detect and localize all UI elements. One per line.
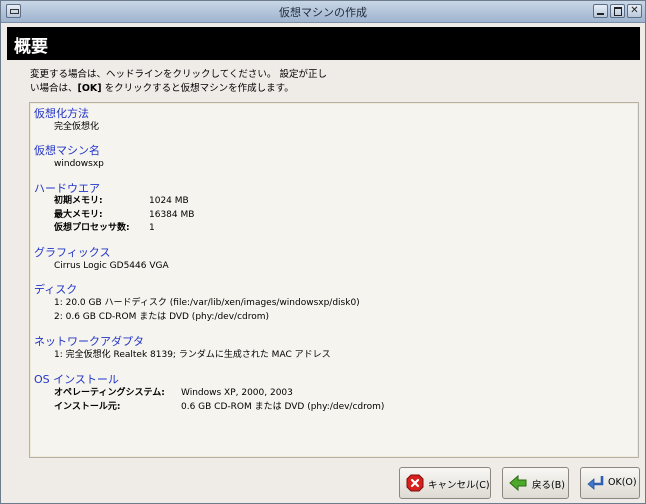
disk-item-2: 2: 0.6 GB CD-ROM または DVD (phy:/dev/cdrom… <box>54 312 270 322</box>
initial-memory-label: 初期メモリ: <box>54 196 103 206</box>
ok-button-label: OK(O) <box>608 477 637 488</box>
back-button[interactable]: 戻る(B) <box>502 467 569 499</box>
page-title: 概要 <box>14 37 48 57</box>
section-network: ネットワークアダプタ <box>34 335 144 348</box>
disk-item-1: 1: 20.0 GB ハードディスク (file:/var/lib/xen/im… <box>54 298 360 308</box>
minimize-icon[interactable] <box>593 4 608 18</box>
section-title-graphics[interactable]: グラフィックス <box>34 246 110 259</box>
title-bar[interactable]: 仮想マシンの作成 ✕ <box>1 1 645 23</box>
section-vm-name: 仮想マシン名 <box>34 144 100 157</box>
section-graphics: グラフィックス <box>34 246 110 259</box>
virt-method-value: 完全仮想化 <box>54 122 100 132</box>
enter-arrow-icon <box>587 476 604 490</box>
section-title-network[interactable]: ネットワークアダプタ <box>34 335 144 348</box>
max-memory-label: 最大メモリ: <box>54 210 103 220</box>
back-button-label: 戻る(B) <box>532 480 565 491</box>
os-label: オペレーティングシステム: <box>54 388 165 398</box>
os-value: Windows XP, 2000, 2003 <box>181 388 293 398</box>
intro-line-2: い場合は、[OK] をクリックすると仮想マシンを作成します。 <box>30 82 510 96</box>
cancel-button-label: キャンセル(C) <box>428 480 490 491</box>
summary-inner: 仮想化方法 完全仮想化 仮想マシン名 windowsxp ハードウエア 初期メモ… <box>30 103 638 457</box>
close-icon[interactable]: ✕ <box>627 4 642 18</box>
summary-panel: 仮想化方法 完全仮想化 仮想マシン名 windowsxp ハードウエア 初期メモ… <box>29 102 639 458</box>
vcpu-label: 仮想プロセッサ数: <box>54 223 130 233</box>
intro-ok-emphasis: [OK] <box>77 83 102 94</box>
window-title: 仮想マシンの作成 <box>279 6 367 19</box>
page-header: 概要 <box>7 27 640 60</box>
intro-line-2-pre: い場合は、 <box>30 83 78 94</box>
section-disk: ディスク <box>34 283 77 296</box>
graphics-value: Cirrus Logic GD5446 VGA <box>54 261 169 271</box>
ok-button[interactable]: OK(O) <box>580 467 640 499</box>
install-source-label: インストール元: <box>54 402 121 412</box>
stop-x-icon <box>406 474 424 492</box>
initial-memory-value: 1024 MB <box>149 196 189 206</box>
max-memory-value: 16384 MB <box>149 210 195 220</box>
section-title-virt-method[interactable]: 仮想化方法 <box>34 107 89 120</box>
section-virt-method: 仮想化方法 <box>34 107 89 120</box>
network-item-1: 1: 完全仮想化 Realtek 8139; ランダムに生成された MAC アド… <box>54 350 331 360</box>
vcpu-value: 1 <box>149 223 155 233</box>
intro-line-2-post: をクリックすると仮想マシンを作成します。 <box>101 83 294 94</box>
section-os-install: OS インストール <box>34 373 119 386</box>
green-back-arrow-icon <box>509 474 527 492</box>
section-hardware: ハードウエア <box>34 182 100 195</box>
section-title-os-install[interactable]: OS インストール <box>34 373 119 386</box>
intro-text: 変更する場合は、ヘッドラインをクリックしてください。 設定が正し い場合は、[O… <box>30 68 510 96</box>
install-source-value: 0.6 GB CD-ROM または DVD (phy:/dev/cdrom) <box>181 402 385 412</box>
intro-line-1: 変更する場合は、ヘッドラインをクリックしてください。 設定が正し <box>30 69 327 80</box>
section-title-disk[interactable]: ディスク <box>34 283 77 296</box>
section-title-hardware[interactable]: ハードウエア <box>34 182 100 195</box>
cancel-button[interactable]: キャンセル(C) <box>399 467 491 499</box>
section-title-vm-name[interactable]: 仮想マシン名 <box>34 144 100 157</box>
maximize-icon[interactable] <box>610 4 625 18</box>
vm-name-value: windowsxp <box>54 159 104 169</box>
dialog-window: 仮想マシンの作成 ✕ 概要 変更する場合は、ヘッドラインをクリックしてください。… <box>0 0 646 504</box>
